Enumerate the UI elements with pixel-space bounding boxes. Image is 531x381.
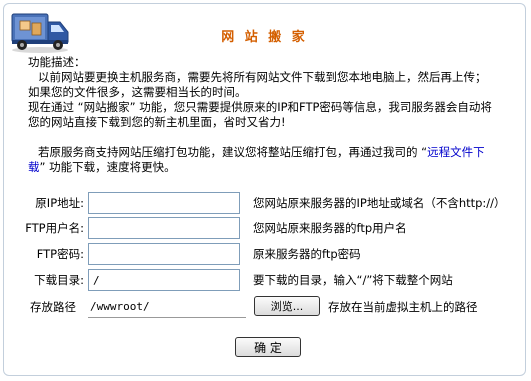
description-line: 若原服务商支持网站压缩打包功能，建议您将整站压缩打包，再通过我司的 “远程文件下 bbox=[38, 145, 485, 159]
description: 功能描述： 以前网站要更换主机服务商，需要先将所有网站文件下载到您本地电脑上，然… bbox=[28, 55, 518, 175]
save-path-label: 存放路径 bbox=[30, 300, 76, 314]
remote-download-link[interactable]: 远程文件下 bbox=[427, 145, 485, 159]
download-dir-label: 下载目录: bbox=[34, 273, 84, 287]
browse-button[interactable]: 浏览... bbox=[254, 296, 320, 316]
download-dir-row: 下载目录: 要下载的目录，输入“/”将下载整个网站 bbox=[4, 269, 525, 293]
description-line: 如果您的文件很多，这需要相当长的时间。 bbox=[28, 85, 247, 99]
header: 网 站 搬 家 bbox=[4, 4, 525, 53]
download-dir-input[interactable] bbox=[88, 269, 240, 291]
ftp-pass-row: FTP密码: 原来服务器的ftp密码 bbox=[4, 243, 525, 267]
site-move-panel: 网 站 搬 家 功能描述： 以前网站要更换主机服务商，需要先将所有网站文件下载到… bbox=[3, 3, 526, 376]
ftp-pass-label: FTP密码: bbox=[36, 247, 84, 261]
description-line: 载” 功能下载，速度将更快。 bbox=[28, 160, 176, 174]
description-line: 您的网站直接下载到您的新主机里面，省时又省力! bbox=[28, 115, 286, 129]
download-dir-hint: 要下载的目录，输入“/”将下载整个网站 bbox=[253, 273, 453, 287]
ftp-user-input[interactable] bbox=[88, 217, 240, 239]
page-title: 网 站 搬 家 bbox=[221, 30, 308, 45]
ftp-pass-input[interactable] bbox=[88, 243, 240, 265]
save-path-input[interactable] bbox=[88, 296, 246, 318]
remote-download-link-end[interactable]: 载 bbox=[28, 160, 40, 174]
ftp-user-row: FTP用户名: 您网站原来服务器的ftp用户名 bbox=[4, 217, 525, 241]
save-path-row: 存放路径 浏览... 存放在当前虚拟主机上的路径 bbox=[4, 296, 525, 320]
ip-hint: 您网站原来服务器的IP地址或域名（不含http://） bbox=[253, 196, 506, 210]
save-path-hint: 存放在当前虚拟主机上的路径 bbox=[328, 300, 478, 314]
ftp-pass-hint: 原来服务器的ftp密码 bbox=[253, 247, 361, 261]
description-line: 现在通过 “网站搬家” 功能，您只需要提供原来的IP和FTP密码等信息，我司服务… bbox=[28, 100, 492, 114]
description-line: 以前网站要更换主机服务商，需要先将所有网站文件下载到您本地电脑上，然后再上传； bbox=[38, 70, 487, 84]
ftp-user-hint: 您网站原来服务器的ftp用户名 bbox=[253, 221, 407, 235]
ip-label: 原IP地址: bbox=[35, 196, 84, 210]
ip-row: 原IP地址: 您网站原来服务器的IP地址或域名（不含http://） bbox=[4, 192, 525, 216]
ip-input[interactable] bbox=[88, 192, 240, 214]
description-heading: 功能描述： bbox=[28, 55, 86, 69]
ftp-user-label: FTP用户名: bbox=[25, 221, 84, 235]
submit-button[interactable]: 确 定 bbox=[235, 337, 301, 357]
